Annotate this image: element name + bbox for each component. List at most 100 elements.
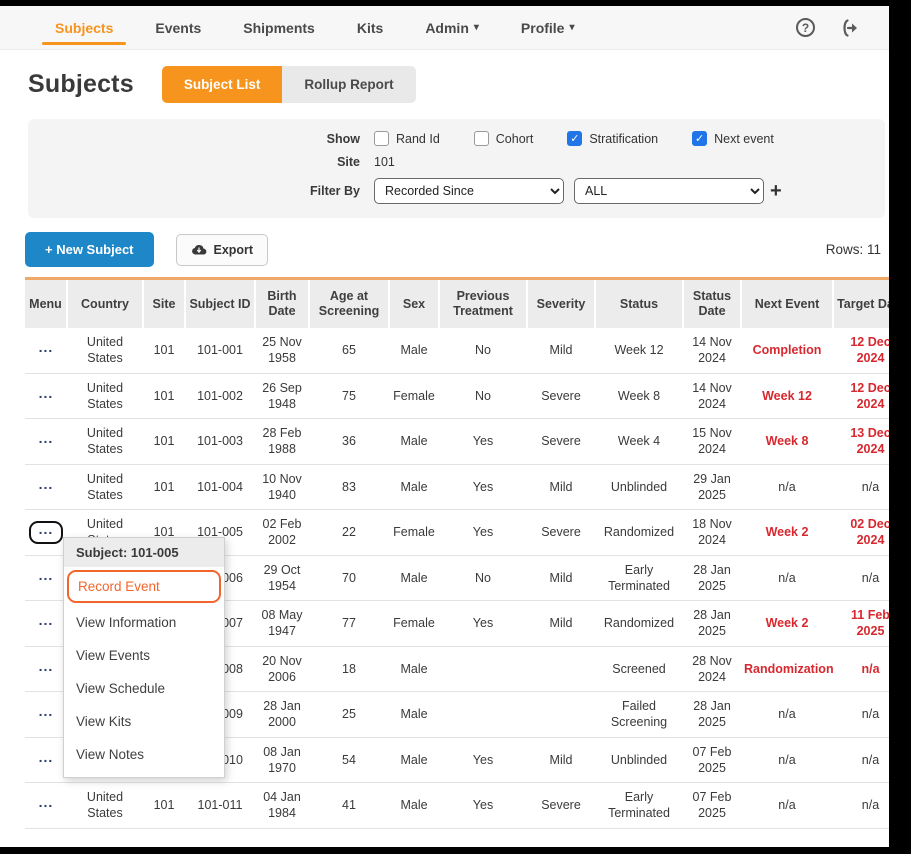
help-icon[interactable]: ? — [796, 18, 815, 37]
menu-cell: ... — [25, 328, 67, 373]
status-date-cell: 28 Jan 2025 — [683, 555, 741, 601]
column-header-status-date: Status Date — [683, 279, 741, 329]
checkbox-cohort[interactable]: Cohort — [474, 131, 534, 146]
menu-cell: ... — [25, 419, 67, 465]
row-menu-button[interactable]: ... — [31, 796, 62, 815]
caret-down-icon: ▾ — [474, 22, 479, 33]
previous-treatment-cell: No — [439, 555, 527, 601]
menu-item-record-event[interactable]: Record Event — [67, 570, 221, 603]
checkbox-stratification[interactable]: ✓Stratification — [567, 131, 658, 146]
age-cell: 65 — [309, 328, 389, 373]
row-menu-button[interactable]: ... — [31, 432, 62, 451]
unchecked-checkbox-icon — [474, 131, 489, 146]
tab-subject-list[interactable]: Subject List — [162, 66, 283, 103]
checked-checkbox-icon: ✓ — [692, 131, 707, 146]
row-menu-button[interactable]: ... — [31, 569, 62, 588]
previous-treatment-cell: Yes — [439, 783, 527, 829]
nav-item-kits[interactable]: Kits — [336, 6, 404, 49]
previous-treatment-cell: Yes — [439, 510, 527, 556]
menu-item-view-information[interactable]: View Information — [64, 606, 224, 639]
target-date-cell: n/a — [833, 555, 889, 601]
birth-date-cell: 08 Jan 1970 — [255, 737, 309, 783]
sex-cell: Male — [389, 328, 439, 373]
age-cell: 83 — [309, 464, 389, 510]
nav-item-profile[interactable]: Profile▾ — [500, 6, 596, 49]
target-date-cell: 02 Dec 2024 — [833, 510, 889, 556]
row-menu-button[interactable]: ... — [31, 751, 62, 770]
status-date-cell: 29 Jan 2025 — [683, 464, 741, 510]
previous-treatment-cell: No — [439, 373, 527, 419]
row-menu-button[interactable]: ... — [31, 478, 62, 497]
menu-cell: ... — [25, 783, 67, 829]
column-header-site: Site — [143, 279, 185, 329]
nav-item-shipments[interactable]: Shipments — [222, 6, 336, 49]
menu-item-view-events[interactable]: View Events — [64, 639, 224, 672]
logout-icon[interactable] — [839, 18, 861, 38]
nav-item-admin[interactable]: Admin▾ — [404, 6, 500, 49]
target-date-cell: n/a — [833, 737, 889, 783]
checkbox-next-event[interactable]: ✓ Next event — [692, 131, 774, 146]
menu-item-view-kits[interactable]: View Kits — [64, 705, 224, 738]
status-date-cell: 14 Nov 2024 — [683, 373, 741, 419]
target-date-cell: 12 Dec 2024 — [833, 373, 889, 419]
severity-cell: Severe — [527, 419, 595, 465]
rows-count: Rows: 11 — [826, 242, 883, 257]
tab-rollup-report[interactable]: Rollup Report — [282, 66, 415, 103]
next-event-cell: Randomization — [741, 646, 833, 692]
new-subject-button[interactable]: + New Subject — [25, 232, 154, 267]
row-menu-button[interactable]: ... — [29, 521, 64, 544]
nav-item-events[interactable]: Events — [134, 6, 222, 49]
row-menu-button[interactable]: ... — [31, 341, 62, 360]
severity-cell: Mild — [527, 601, 595, 647]
birth-date-cell: 25 Nov 1958 — [255, 328, 309, 373]
severity-cell: Mild — [527, 328, 595, 373]
row-menu-button[interactable]: ... — [31, 387, 62, 406]
checkbox-label: Stratification — [589, 132, 658, 146]
target-date-cell: 12 Dec 2024 — [833, 328, 889, 373]
age-cell: 75 — [309, 373, 389, 419]
sex-cell: Female — [389, 510, 439, 556]
previous-treatment-cell: Yes — [439, 419, 527, 465]
birth-date-cell: 02 Feb 2002 — [255, 510, 309, 556]
next-event-cell: Week 2 — [741, 510, 833, 556]
status-date-cell: 07 Feb 2025 — [683, 783, 741, 829]
menu-cell: ... — [25, 510, 67, 556]
country-cell: United States — [67, 373, 143, 419]
age-cell: 18 — [309, 646, 389, 692]
top-nav: SubjectsEventsShipmentsKitsAdmin▾Profile… — [0, 6, 889, 50]
column-header-birth-date: Birth Date — [255, 279, 309, 329]
severity-cell: Mild — [527, 555, 595, 601]
filter-select-1[interactable]: Recorded Since — [374, 178, 564, 204]
row-menu-button[interactable]: ... — [31, 614, 62, 633]
nav-item-subjects[interactable]: Subjects — [34, 6, 134, 49]
filter-by-row: Filter By Recorded SinceALL + — [44, 178, 869, 204]
menu-item-view-schedule[interactable]: View Schedule — [64, 672, 224, 705]
add-filter-icon[interactable]: + — [770, 181, 782, 201]
table-row: ...United States101101-00410 Nov 194083M… — [25, 464, 889, 510]
subject-id-cell: 101-001 — [185, 328, 255, 373]
row-menu-button[interactable]: ... — [31, 660, 62, 679]
menu-item-view-notes[interactable]: View Notes — [64, 738, 224, 771]
checkbox-rand-id[interactable]: Rand Id — [374, 131, 440, 146]
target-date-cell: n/a — [833, 783, 889, 829]
next-event-cell: n/a — [741, 737, 833, 783]
checkbox-label: Next event — [714, 132, 774, 146]
table-header: MenuCountrySiteSubject IDBirth DateAge a… — [25, 279, 889, 329]
previous-treatment-cell — [439, 646, 527, 692]
context-menu-items: Record EventView InformationView EventsV… — [64, 570, 224, 771]
status-date-cell: 28 Nov 2024 — [683, 646, 741, 692]
status-cell: Screened — [595, 646, 683, 692]
sex-cell: Male — [389, 783, 439, 829]
export-button[interactable]: Export — [176, 234, 269, 266]
status-date-cell: 14 Nov 2024 — [683, 328, 741, 373]
severity-cell — [527, 692, 595, 738]
nav-utility-area: ? — [796, 6, 889, 49]
target-date-cell: n/a — [833, 464, 889, 510]
site-value: 101 — [374, 155, 395, 169]
birth-date-cell: 28 Jan 2000 — [255, 692, 309, 738]
row-menu-button[interactable]: ... — [31, 705, 62, 724]
table-row: ...United States101101-01104 Jan 198441M… — [25, 783, 889, 829]
filter-select-2[interactable]: ALL — [574, 178, 764, 204]
site-cell: 101 — [143, 464, 185, 510]
birth-date-cell: 28 Feb 1988 — [255, 419, 309, 465]
